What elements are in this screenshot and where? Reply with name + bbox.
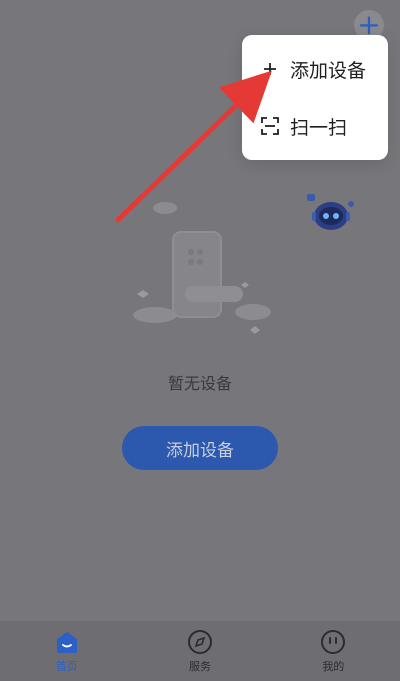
menu-item-label: 扫一扫 bbox=[290, 116, 348, 139]
home-icon bbox=[56, 631, 77, 653]
app-screen: + 暂无设备 添加设备 添加设备 扫一扫 首页 服务 我的 bbox=[0, 0, 400, 681]
menu-item-label: 添加设备 bbox=[290, 59, 367, 82]
robot-assistant-icon[interactable] bbox=[305, 192, 357, 236]
empty-device-illustration bbox=[125, 190, 275, 340]
tab-mine[interactable]: 我的 bbox=[267, 621, 400, 681]
tab-label: 首页 bbox=[55, 659, 78, 673]
add-device-button[interactable]: 添加设备 bbox=[122, 426, 278, 470]
tab-services[interactable]: 服务 bbox=[133, 621, 266, 681]
menu-item-add-device[interactable]: 添加设备 bbox=[260, 53, 380, 85]
tab-label: 我的 bbox=[322, 659, 345, 673]
bottom-tab-bar: 首页 服务 我的 bbox=[0, 621, 400, 681]
empty-state-text: 暂无设备 bbox=[167, 374, 232, 393]
profile-icon bbox=[321, 629, 346, 654]
compass-icon bbox=[187, 629, 212, 654]
tab-home[interactable]: 首页 bbox=[0, 621, 133, 681]
menu-item-scan[interactable]: 扫一扫 bbox=[260, 110, 380, 142]
plus-icon bbox=[260, 59, 280, 79]
scan-icon bbox=[260, 116, 280, 136]
add-menu-popup: 添加设备 扫一扫 bbox=[242, 35, 388, 160]
tab-label: 服务 bbox=[188, 659, 211, 673]
